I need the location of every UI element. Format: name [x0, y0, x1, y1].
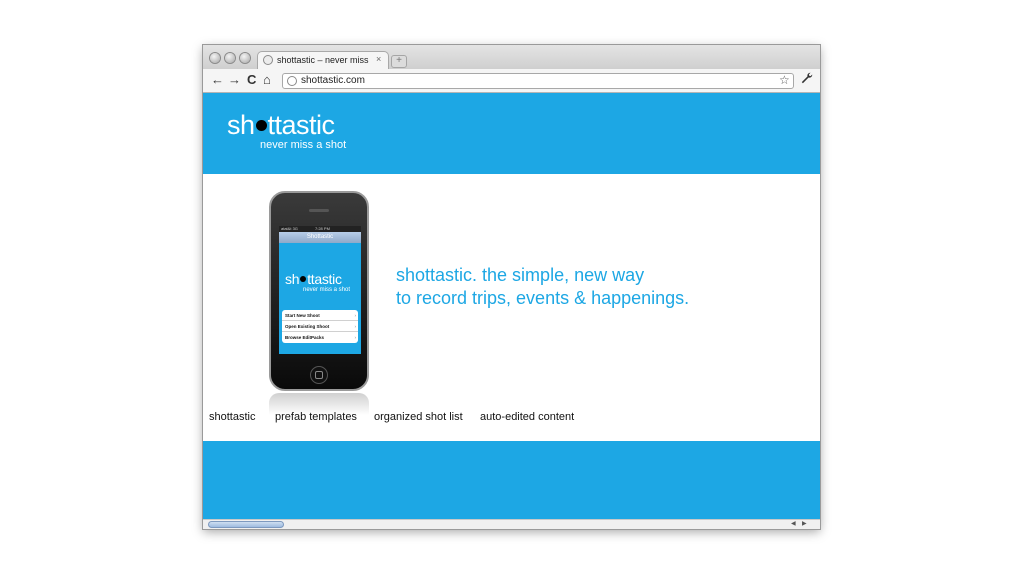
menu-item-label: Open Existing Shoot — [285, 324, 330, 329]
site-header: sh ttastic never miss a shot — [203, 93, 820, 174]
zoom-window-button[interactable] — [240, 53, 250, 63]
app-tagline: never miss a shot — [303, 287, 351, 293]
app-logo-text-start: sh — [285, 271, 300, 287]
home-square-icon — [315, 371, 323, 379]
globe-icon — [263, 55, 273, 65]
scroll-left-arrow-icon[interactable]: ◀ — [791, 520, 796, 529]
logo-text-end: ttastic — [267, 110, 336, 140]
chevron-right-icon: › — [354, 335, 357, 340]
hero-line-1: shottastic. the simple, new way — [396, 265, 645, 285]
url-text[interactable]: shottastic.com — [301, 75, 365, 86]
hero-line-2: to record trips, events & happenings. — [396, 288, 690, 308]
app-menu: Start New Shoot › Open Existing Shoot › Br… — [282, 310, 358, 343]
browser-toolbar: ← → C ⌂ shottastic.com ☆ — [203, 69, 820, 93]
app-logo-text-end: ttastic — [307, 271, 342, 287]
scroll-right-arrow-icon[interactable]: ▶ — [802, 520, 807, 529]
chevron-right-icon: › — [354, 324, 357, 329]
nav-link-auto-edited-content[interactable]: auto-edited content — [480, 410, 574, 424]
app-menu-item-open-existing-shoot: Open Existing Shoot › — [282, 321, 358, 332]
phone-home-button — [310, 366, 328, 384]
app-logo-dot-icon — [300, 276, 307, 283]
title-bar: shottastic – never miss a sho × + — [203, 45, 820, 70]
tab-title: shottastic – never miss a sho — [277, 55, 371, 65]
reload-icon[interactable]: C — [247, 72, 256, 88]
iphone-image: atat&t 3G 7:28 PM Shottastic sh ttastic n… — [269, 191, 369, 391]
browser-tab[interactable]: shottastic – never miss a sho × — [257, 51, 389, 70]
home-icon[interactable]: ⌂ — [263, 72, 271, 88]
hero-headline: shottastic. the simple, new way to recor… — [396, 264, 689, 310]
app-logo: sh ttastic — [285, 271, 342, 287]
phone-screen: atat&t 3G 7:28 PM Shottastic sh ttastic n… — [279, 226, 361, 354]
browser-window: shottastic – never miss a sho × + ← → C … — [203, 45, 820, 529]
horizontal-scrollbar[interactable]: ◀ ▶ — [203, 519, 820, 529]
chevron-right-icon: › — [354, 313, 357, 318]
logo-text-start: sh — [227, 110, 255, 140]
wrench-icon[interactable] — [801, 72, 813, 88]
menu-item-label: Browse EditPacks — [285, 335, 325, 340]
site-footer — [203, 441, 820, 519]
close-tab-icon[interactable]: × — [376, 54, 381, 64]
phone-speaker — [309, 209, 329, 212]
back-arrow-icon[interactable]: ← — [211, 72, 224, 88]
phone-nav-title: Shottastic — [279, 232, 361, 243]
site-logo[interactable]: sh ttastic — [227, 110, 335, 140]
nav-link-shottastic[interactable]: shottastic — [209, 410, 255, 424]
scrollbar-thumb[interactable] — [208, 521, 284, 528]
close-window-button[interactable] — [210, 53, 220, 63]
logo-dot-icon — [255, 120, 267, 132]
app-menu-item-browse-editpacks: Browse EditPacks › — [282, 332, 358, 343]
minimize-window-button[interactable] — [225, 53, 235, 63]
nav-link-prefab-templates[interactable]: prefab templates — [275, 410, 357, 424]
new-tab-button[interactable]: + — [391, 55, 407, 68]
site-tagline: never miss a shot — [260, 139, 347, 151]
nav-link-organized-shot-list[interactable]: organized shot list — [374, 410, 463, 424]
bookmark-star-icon[interactable]: ☆ — [779, 73, 790, 87]
menu-item-label: Start New Shoot — [285, 313, 320, 318]
app-menu-item-start-new-shoot: Start New Shoot › — [282, 310, 358, 321]
globe-icon — [287, 76, 297, 86]
forward-arrow-icon[interactable]: → — [228, 72, 241, 88]
address-bar[interactable]: shottastic.com — [282, 73, 794, 89]
